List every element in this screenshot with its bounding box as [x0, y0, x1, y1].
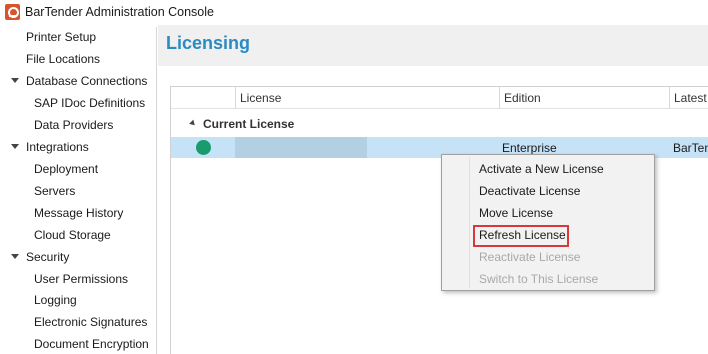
column-header-latest[interactable]: Latest	[669, 87, 708, 109]
menu-item-activate-new-license[interactable]: Activate a New License	[479, 159, 604, 179]
edition-cell: Enterprise	[502, 141, 557, 155]
page-header: Licensing	[158, 25, 708, 66]
expand-arrow-icon[interactable]	[11, 78, 19, 83]
expand-arrow-icon[interactable]	[11, 254, 19, 259]
license-context-menu: Activate a New License Deactivate Licens…	[441, 154, 655, 291]
sidebar-item-deployment[interactable]: Deployment	[34, 159, 98, 179]
latest-cell: BarTender	[673, 141, 708, 155]
sidebar-item-printer-setup[interactable]: Printer Setup	[26, 27, 96, 47]
menu-item-move-license[interactable]: Move License	[479, 203, 553, 223]
menu-item-reactivate-license: Reactivate License	[479, 250, 581, 264]
menu-icon-gutter	[469, 157, 470, 288]
sidebar-item-security[interactable]: Security	[11, 247, 70, 267]
expand-arrow-icon[interactable]	[11, 144, 19, 149]
sidebar-item-sap-idoc-definitions[interactable]: SAP IDoc Definitions	[34, 93, 145, 113]
sidebar-item-logging[interactable]: Logging	[34, 290, 77, 310]
column-header-edition[interactable]: Edition	[499, 87, 670, 109]
sidebar-item-integrations[interactable]: Integrations	[11, 137, 89, 157]
sidebar-item-servers[interactable]: Servers	[34, 181, 75, 201]
sidebar-item-label: Integrations	[26, 140, 89, 154]
sidebar-item-electronic-signatures[interactable]: Electronic Signatures	[34, 312, 147, 332]
license-key-redacted	[235, 137, 367, 158]
active-status-icon	[196, 140, 211, 155]
collapse-triangle-icon[interactable]	[189, 119, 197, 128]
sidebar-nav: Printer Setup File Locations Database Co…	[0, 27, 157, 354]
window-title: BarTender Administration Console	[25, 5, 214, 19]
sidebar-item-database-connections[interactable]: Database Connections	[11, 71, 148, 91]
sidebar-item-cloud-storage[interactable]: Cloud Storage	[34, 225, 111, 245]
sidebar-item-user-permissions[interactable]: User Permissions	[34, 269, 128, 289]
group-label: Current License	[203, 117, 295, 131]
title-bar: BarTender Administration Console	[0, 0, 708, 25]
column-header-license[interactable]: License	[235, 87, 500, 109]
menu-item-deactivate-license[interactable]: Deactivate License	[479, 181, 580, 201]
sidebar-item-message-history[interactable]: Message History	[34, 203, 123, 223]
refresh-license-highlight	[473, 225, 569, 247]
sidebar-item-document-encryption[interactable]: Document Encryption	[34, 334, 149, 354]
sidebar-item-label: Security	[26, 250, 70, 264]
sidebar-item-label: Database Connections	[26, 74, 148, 88]
sidebar-item-data-providers[interactable]: Data Providers	[34, 115, 113, 135]
grid-header-row: License Edition Latest	[171, 87, 708, 109]
bartender-app-icon	[5, 4, 20, 20]
sidebar-item-file-locations[interactable]: File Locations	[26, 49, 100, 69]
menu-item-switch-to-this-license: Switch to This License	[479, 272, 599, 286]
page-title: Licensing	[166, 33, 251, 53]
group-row-current-license[interactable]: Current License	[171, 114, 708, 134]
